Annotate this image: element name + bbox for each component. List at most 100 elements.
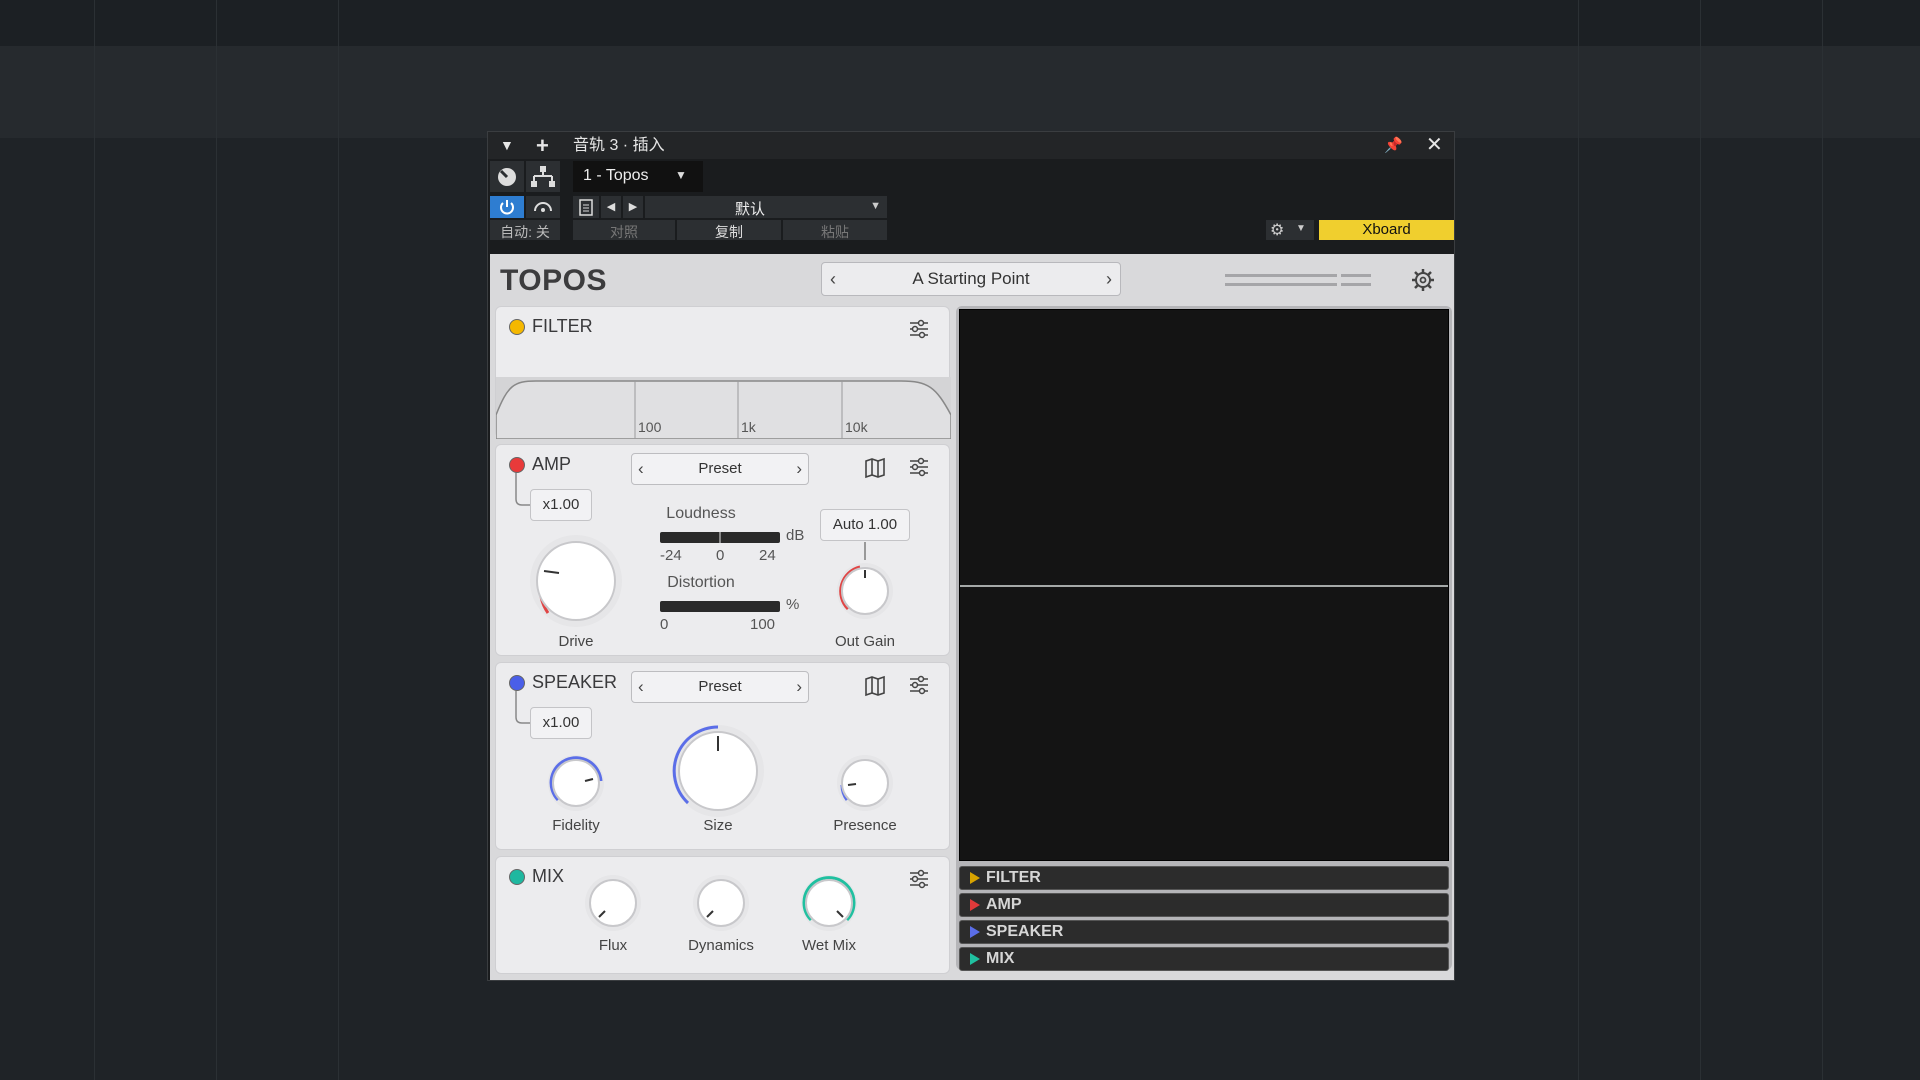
speaker-preset-selector[interactable]: ‹ Preset › [631,671,809,703]
map-icon[interactable] [864,457,886,479]
mix-label: MIX [532,866,565,886]
filter-enable-toggle[interactable] [509,319,525,335]
preset-dropdown[interactable]: 默认 ▼ [645,196,887,218]
lane-amp[interactable]: AMP [959,893,1449,917]
amp-preset-selector[interactable]: ‹ Preset › [631,453,809,485]
link-line [864,542,866,560]
slot-name: 1 - Topos [583,167,649,184]
amp-label: AMP [532,454,572,474]
chevron-left-icon[interactable]: ‹ [638,454,644,484]
window-menu-icon[interactable]: ▼ [500,132,514,159]
mix-enable-toggle[interactable] [509,869,525,885]
dynamics-knob[interactable] [691,873,751,933]
amp-multiplier[interactable]: x1.00 [530,489,592,521]
speaker-multiplier[interactable]: x1.00 [530,707,592,739]
flux-label: Flux [598,937,628,954]
grid-line [338,0,339,1080]
slot-selector[interactable]: 1 - Topos ▼ [573,161,703,192]
distortion-meter[interactable] [660,601,780,612]
preset-list-button[interactable] [573,196,599,218]
power-button[interactable] [490,196,524,218]
grid-line [216,0,217,1080]
mix-panel: MIX Flux Dynamics Wet Mix [495,856,950,974]
close-icon[interactable]: ✕ [1426,132,1443,159]
compare-button[interactable]: 对照 [573,220,675,240]
sliders-icon[interactable] [908,457,930,477]
out-gain-knob[interactable] [835,561,895,621]
speaker-label: SPEAKER [532,672,618,692]
lane-speaker-label: SPEAKER [986,923,1064,940]
freq-label-10k: 10k [845,419,868,435]
auto-off-button[interactable]: 自动: 关 [490,220,560,240]
next-preset-button[interactable]: ▶ [623,196,643,218]
lane-filter[interactable]: FILTER [959,866,1449,890]
gear-icon[interactable] [1410,267,1436,293]
sliders-icon[interactable] [908,319,930,339]
paste-label: 粘贴 [821,224,849,240]
automation-read-button[interactable] [526,196,560,218]
copy-label: 复制 [715,224,743,240]
compare-label: 对照 [610,224,638,240]
daw-top-lane [0,0,1920,46]
loudness-unit: dB [786,527,805,544]
loudness-tick-mid: 0 [716,547,725,564]
gauge-icon [498,168,516,186]
topos-plugin: TOPOS ‹ A Starting Point › FILTER 100 1k… [490,254,1454,980]
gear-icon: ⚙ [1270,222,1285,239]
map-icon[interactable] [864,675,886,697]
loudness-meter[interactable] [660,532,780,543]
xboard-label: Xboard [1362,221,1411,238]
chevron-right-icon[interactable]: › [1106,263,1112,295]
preset-dropdown-value: 默认 [734,201,765,218]
chevron-left-icon[interactable]: ‹ [830,263,836,295]
grid-line [1822,0,1823,1080]
flux-knob[interactable] [583,873,643,933]
xboard-button[interactable]: Xboard [1319,220,1454,240]
daw-track-lane [0,46,1920,138]
lane-speaker[interactable]: SPEAKER [959,920,1449,944]
paste-button[interactable]: 粘贴 [783,220,887,240]
drive-knob[interactable] [526,531,626,631]
sliders-icon[interactable] [908,869,930,889]
size-knob[interactable] [668,721,768,821]
distortion-tick-max: 100 [750,616,776,633]
loudness-tick-min: -24 [660,547,682,564]
zero-line [960,585,1448,587]
lane-mix[interactable]: MIX [959,947,1449,971]
auto-gain-label: Auto [832,516,864,533]
copy-button[interactable]: 复制 [677,220,781,240]
speaker-enable-toggle[interactable] [509,675,525,691]
chevron-right-icon[interactable]: › [796,672,802,702]
size-label: Size [703,817,733,834]
freq-label-100: 100 [638,419,662,435]
filter-curve-display[interactable] [496,377,951,439]
auto-gain-button[interactable]: Auto 1.00 [820,509,910,541]
grid-line [94,0,95,1080]
sliders-icon[interactable] [908,675,930,695]
prev-preset-button[interactable]: ◀ [601,196,621,218]
add-icon[interactable]: + [536,132,549,159]
loudness-tick-max: 24 [759,547,776,564]
slot-row: 1 - Topos ▼ [488,159,1454,194]
settings-dropdown[interactable]: ⚙ ▼ [1266,220,1314,240]
chevron-right-icon[interactable]: › [796,454,802,484]
lane-amp-label: AMP [986,896,1022,913]
pin-icon[interactable]: 📌 [1384,132,1403,159]
wet-mix-knob[interactable] [799,873,859,933]
routing-button[interactable] [526,161,560,192]
triangle-right-icon: ▶ [628,201,638,213]
plugin-title: TOPOS [500,264,607,297]
document-icon [579,199,593,216]
amp-enable-toggle[interactable] [509,457,525,473]
window-titlebar: ▼ + 音轨 3 · 插入 📌 ✕ [488,132,1454,159]
bypass-toggle[interactable] [490,161,524,192]
presence-label: Presence [833,817,897,834]
dynamics-label: Dynamics [688,937,754,954]
fidelity-label: Fidelity [552,817,600,834]
play-triangle-icon [970,899,980,911]
plugin-preset-selector[interactable]: ‹ A Starting Point › [821,262,1121,296]
chevron-left-icon[interactable]: ‹ [638,672,644,702]
fidelity-knob[interactable] [546,753,606,813]
presence-knob[interactable] [835,753,895,813]
freq-label-1k: 1k [741,419,756,435]
